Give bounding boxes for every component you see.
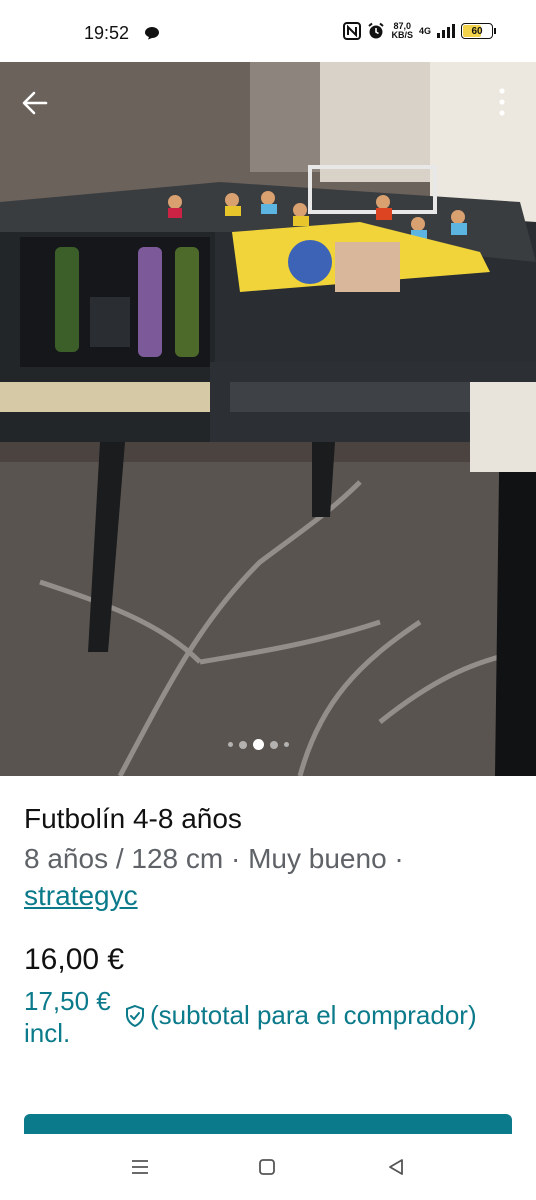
buy-button[interactable]: [24, 1114, 512, 1134]
listing-details: 8 años / 128 cm · Muy bueno ·: [24, 843, 404, 874]
page-dot[interactable]: [228, 742, 233, 747]
price-incl-suffix: incl.: [24, 1018, 71, 1048]
page-dot-active[interactable]: [253, 739, 264, 750]
page-dot[interactable]: [270, 740, 278, 749]
nfc-icon: [343, 22, 362, 40]
buyer-protection[interactable]: (subtotal para el comprador): [124, 1000, 477, 1031]
foosball-table-image: [0, 62, 536, 776]
listing-price: 16,00 €: [24, 943, 125, 976]
protection-text: (subtotal para el comprador): [150, 1000, 477, 1030]
product-photo[interactable]: [0, 62, 536, 776]
status-bar: 19:52 87,0 KB/S 4G 60: [0, 0, 536, 62]
price-incl-value: 17,50 €: [24, 986, 111, 1016]
arrow-left-icon[interactable]: [18, 86, 52, 120]
signal-icon: [437, 24, 455, 38]
battery-level: 60: [471, 25, 483, 37]
shield-check-icon: [126, 1004, 144, 1027]
status-icons: 87,0 KB/S 4G 60: [343, 22, 496, 40]
more-vertical-icon[interactable]: [492, 86, 512, 120]
seller-link[interactable]: strategyc: [24, 880, 138, 912]
price-incl[interactable]: 17,50 € incl.: [24, 985, 111, 1049]
listing-title: Futbolín 4-8 años: [24, 803, 242, 834]
battery-icon: 60: [461, 23, 496, 39]
back-triangle-icon[interactable]: [386, 1157, 406, 1177]
gallery-pagination: [228, 739, 289, 750]
network-type: 4G: [418, 26, 431, 36]
page-dot[interactable]: [239, 740, 247, 749]
chat-bubble-icon: [145, 27, 159, 40]
menu-icon[interactable]: [130, 1158, 150, 1176]
home-square-icon[interactable]: [258, 1158, 276, 1176]
page-dot[interactable]: [284, 742, 289, 747]
network-speed: 87,0 KB/S: [391, 22, 413, 40]
alarm-icon: [368, 22, 385, 39]
speed-unit: KB/S: [391, 30, 413, 40]
status-time: 19:52: [84, 23, 130, 43]
